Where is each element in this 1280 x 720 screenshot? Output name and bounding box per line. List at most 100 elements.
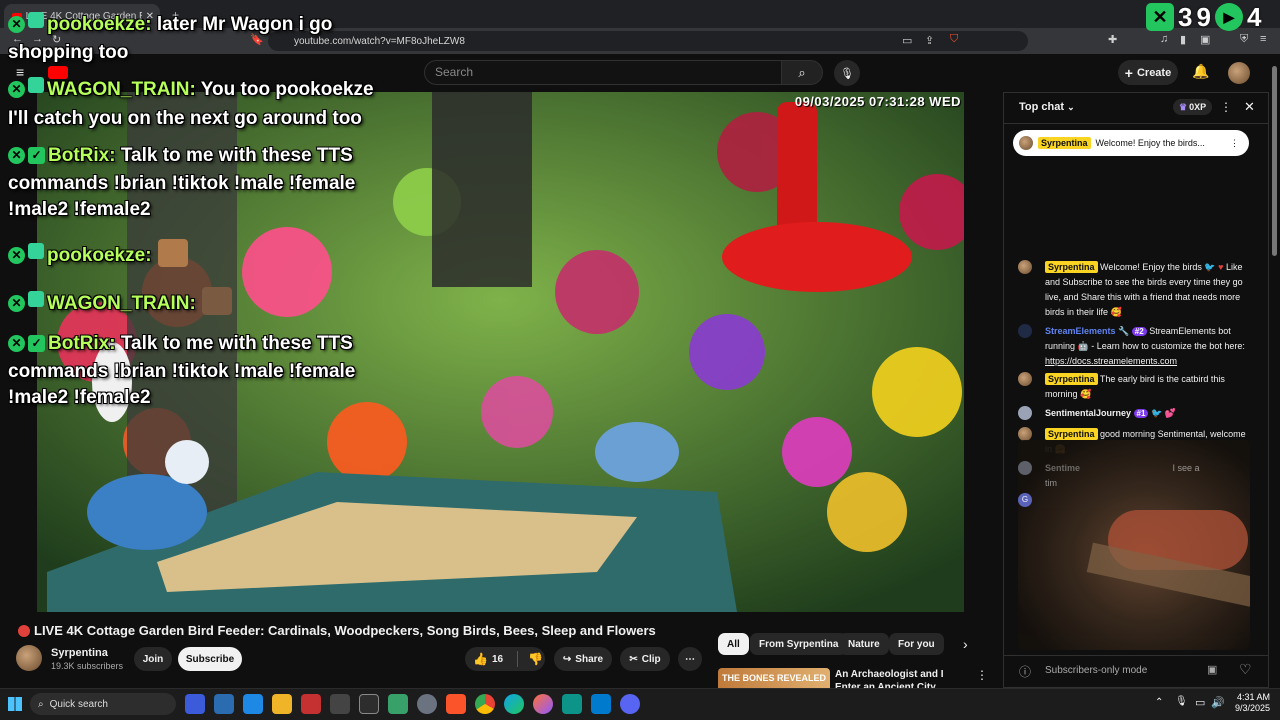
taskbar-app-icon[interactable] xyxy=(214,694,234,714)
brave-browser-icon[interactable] xyxy=(446,694,466,714)
chip-nature[interactable]: Nature xyxy=(839,633,889,655)
close-chat-icon[interactable]: ✕ xyxy=(1244,99,1255,115)
taskbar-app-icon[interactable] xyxy=(330,694,350,714)
taskbar-app-icon[interactable] xyxy=(417,694,437,714)
taskbar-search-label: Quick search xyxy=(49,698,108,710)
wallet-icon[interactable]: ▣ xyxy=(1200,33,1210,46)
points-badge[interactable]: ♛ 0XP xyxy=(1173,99,1213,115)
tray-chevron-icon[interactable]: ⌃ xyxy=(1155,697,1163,708)
taskbar-clock[interactable]: 4:31 AM 9/3/2025 xyxy=(1226,692,1270,714)
crown-icon: ♛ xyxy=(1179,101,1188,112)
firefox-icon[interactable] xyxy=(533,694,553,714)
sub-badge-icon xyxy=(28,243,44,259)
discord-icon[interactable] xyxy=(620,694,640,714)
like-dislike-group: 👍 16 👎 xyxy=(465,647,545,671)
thumbs-down-icon[interactable]: 👎 xyxy=(528,652,543,666)
scrollbar-thumb[interactable] xyxy=(1272,66,1277,256)
taskbar-app-icon[interactable] xyxy=(562,694,582,714)
avatar xyxy=(1018,461,1032,475)
recommendation-title[interactable]: An Archaeologist and I Enter an Ancient … xyxy=(835,668,971,688)
clock-date: 9/3/2025 xyxy=(1234,703,1270,713)
more-actions-button[interactable]: ⋯ xyxy=(678,647,702,671)
account-avatar[interactable] xyxy=(1228,62,1250,84)
hearts-icon: 💕 xyxy=(1164,408,1176,418)
super-chat-icon[interactable]: ▣ xyxy=(1207,663,1217,676)
pinned-message[interactable]: Syrpentina Welcome! Enjoy the birds... ⋮ xyxy=(1013,130,1249,156)
vpn-icon[interactable]: ⛨ xyxy=(1240,33,1248,46)
chat-link[interactable]: https://docs.streamelements.com xyxy=(1045,356,1177,366)
recommendation-thumbnail[interactable]: THE BONES REVEALED xyxy=(718,668,830,688)
verified-badge-icon: ✓ xyxy=(28,147,45,164)
bird-emoji-icon: 🐦 xyxy=(1150,408,1163,418)
taskbar-app-icon[interactable] xyxy=(243,694,263,714)
cast-icon[interactable]: ▭ xyxy=(902,34,912,47)
overlay-chat-line: I'll catch you on the next go around too xyxy=(8,108,362,129)
chrome-icon[interactable] xyxy=(475,694,495,714)
windows-start-icon[interactable] xyxy=(8,697,22,711)
taskbar-app-icon[interactable] xyxy=(301,694,321,714)
points-value: 0XP xyxy=(1189,102,1207,112)
address-bar[interactable]: youtube.com/watch?v=MF8oJheLZW8 xyxy=(268,31,1028,51)
verified-badge-icon: ✓ xyxy=(28,335,45,352)
tray-mic-icon[interactable]: 🎙 xyxy=(1175,696,1188,707)
taskbar-app-icon[interactable] xyxy=(359,694,379,714)
subscribe-button[interactable]: Subscribe xyxy=(178,647,242,671)
sidebar-icon[interactable]: ▮ xyxy=(1180,33,1186,46)
chip-all[interactable]: All xyxy=(718,633,749,655)
top-chat-dropdown[interactable]: Top chat ⌄ xyxy=(1019,101,1075,113)
sub-badge-icon xyxy=(28,77,44,93)
more-vertical-icon[interactable]: ⋮ xyxy=(1230,138,1239,149)
chevron-down-icon: ⌄ xyxy=(1067,102,1075,112)
overlay-chat-line: !male2 !female2 xyxy=(8,387,151,408)
chip-for-you[interactable]: For you xyxy=(889,633,944,655)
avatar xyxy=(1018,427,1032,441)
file-explorer-icon[interactable] xyxy=(272,694,292,714)
chat-header-label: Top chat xyxy=(1019,101,1065,113)
chat-more-icon[interactable]: ⋮ xyxy=(1220,100,1232,114)
chip-from-channel[interactable]: From Syrpentina xyxy=(750,633,848,655)
create-button[interactable]: + Create xyxy=(1118,60,1178,85)
channel-name[interactable]: Syrpentina xyxy=(51,647,108,659)
chat-message: Sentime I see a tim xyxy=(1018,461,1248,491)
share-button[interactable]: ↪ Share xyxy=(554,647,612,671)
video-timestamp: 09/03/2025 07:31:28 WED xyxy=(794,94,961,109)
brave-shield-icon[interactable]: ⛉ xyxy=(950,33,958,46)
music-icon[interactable]: ♫ xyxy=(1160,33,1168,45)
chat-message: Syrpentina Welcome! Enjoy the birds 🐦 ♥ … xyxy=(1018,260,1248,320)
video-title: LIVE 4K Cottage Garden Bird Feeder: Card… xyxy=(18,623,656,638)
more-vertical-icon[interactable]: ⋮ xyxy=(976,668,988,682)
overlay-chat-line: commands !brian !tiktok !male !female xyxy=(8,173,356,194)
edge-icon[interactable] xyxy=(504,694,524,714)
share-icon: ↪ xyxy=(562,653,572,665)
heart-reaction-icon[interactable]: ♡ xyxy=(1239,661,1252,678)
thumbs-up-icon[interactable]: 👍 xyxy=(473,652,488,666)
avatar xyxy=(1018,372,1032,386)
taskbar-search[interactable]: ⌕ Quick search xyxy=(30,693,176,715)
clip-button[interactable]: ✂ Clip xyxy=(620,647,670,671)
menu-icon[interactable]: ≡ xyxy=(1260,33,1266,45)
info-icon[interactable]: ⓘ xyxy=(1019,663,1031,680)
overlay-chat-line: ✕ WAGON_TRAIN: xyxy=(8,287,232,317)
heart-icon: ♥ xyxy=(1218,262,1224,272)
taskbar-app-icon[interactable] xyxy=(185,694,205,714)
kick-badge-icon: ✕ xyxy=(8,147,25,164)
join-button[interactable]: Join xyxy=(134,647,172,671)
search-input[interactable]: Search xyxy=(424,60,782,85)
overlay-chat-line: !male2 !female2 xyxy=(8,199,151,220)
notifications-bell-icon[interactable]: 🔔 xyxy=(1192,63,1209,80)
extensions-icon[interactable]: ✚ xyxy=(1108,33,1117,46)
vscode-icon[interactable] xyxy=(591,694,611,714)
sub-badge-icon xyxy=(28,291,44,307)
avatar xyxy=(1018,406,1032,420)
search-button[interactable]: ⌕ xyxy=(781,60,823,85)
share-page-icon[interactable]: ⇪ xyxy=(925,34,934,47)
volume-icon[interactable]: 🔊 xyxy=(1211,696,1225,709)
chat-message: StreamElements 🔧 #2 StreamElements bot r… xyxy=(1018,324,1248,369)
taskbar-app-icon[interactable] xyxy=(388,694,408,714)
network-icon[interactable]: ▭ xyxy=(1195,696,1205,709)
channel-avatar[interactable] xyxy=(16,645,42,671)
chevron-right-icon[interactable]: › xyxy=(963,636,968,652)
counter-value: 4 xyxy=(1246,1,1262,32)
avatar xyxy=(1019,136,1033,150)
voice-search-button[interactable]: 🎙 xyxy=(834,60,860,86)
